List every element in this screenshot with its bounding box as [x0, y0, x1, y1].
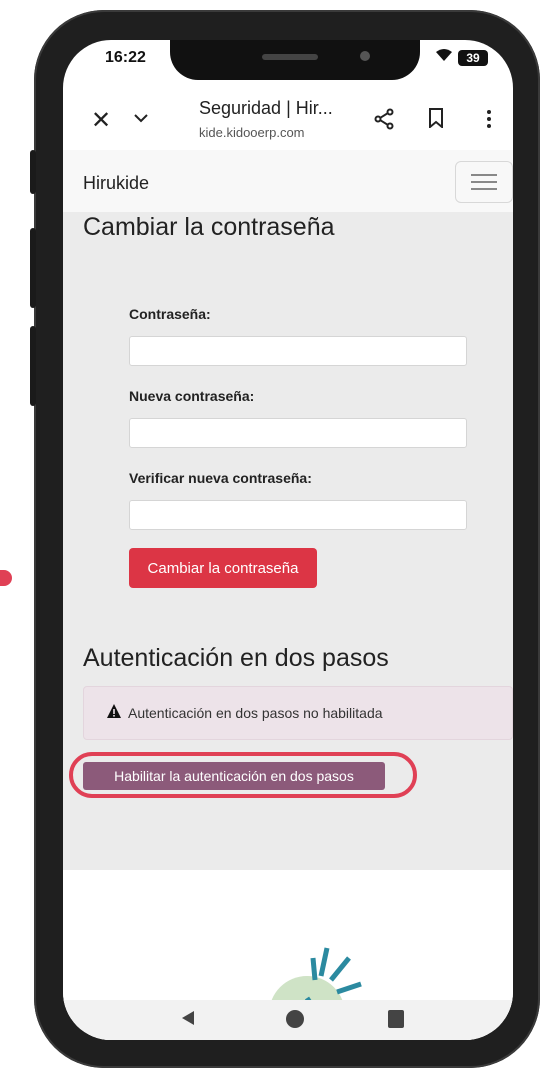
back-icon[interactable]	[181, 1010, 195, 1026]
current-password-input[interactable]	[129, 336, 467, 366]
home-icon[interactable]	[286, 1010, 304, 1028]
two-factor-alert: Autenticación en dos pasos no habilitada	[83, 686, 513, 740]
notch	[170, 40, 420, 80]
change-password-button[interactable]: Cambiar la contraseña	[129, 548, 317, 588]
warning-icon	[106, 703, 122, 719]
camera	[360, 51, 370, 61]
recents-icon[interactable]	[388, 1010, 404, 1028]
menu-toggle-button[interactable]	[455, 161, 513, 203]
page-url[interactable]: kide.kidooerp.com	[199, 125, 305, 140]
verify-password-input[interactable]	[129, 500, 467, 530]
hamburger-icon	[471, 181, 497, 183]
side-button	[30, 150, 36, 194]
side-button	[30, 326, 36, 406]
new-password-input[interactable]	[129, 418, 467, 448]
change-password-heading: Cambiar la contraseña	[83, 213, 335, 241]
system-nav-bar	[63, 1000, 513, 1040]
page-title: Seguridad | Hir...	[199, 98, 333, 118]
annotation-marker	[0, 570, 12, 586]
bookmark-icon[interactable]	[428, 108, 444, 130]
speaker	[262, 54, 318, 60]
enable-two-factor-button[interactable]: Habilitar la autenticación en dos pasos	[83, 762, 385, 790]
hamburger-icon	[471, 188, 497, 190]
chevron-down-icon[interactable]	[133, 110, 149, 126]
site-navbar: Hirukide	[63, 150, 513, 213]
side-button	[30, 228, 36, 308]
close-tab-icon[interactable]: ✕	[91, 106, 111, 135]
hamburger-icon	[471, 174, 497, 176]
share-icon[interactable]	[373, 108, 395, 130]
site-brand[interactable]: Hirukide	[83, 173, 149, 194]
browser-toolbar: ✕ Seguridad | Hir... kide.kidooerp.com	[63, 88, 513, 150]
current-password-label: Contraseña:	[129, 306, 211, 322]
phone-screen: 16:22 39 ✕ Seguridad | Hir... kide.kidoo…	[63, 40, 513, 1040]
more-options-icon[interactable]	[486, 108, 492, 130]
wifi-icon	[435, 48, 453, 66]
status-time: 16:22	[105, 49, 146, 66]
main-content: Cambiar la contraseña Contraseña: Nueva …	[63, 212, 513, 870]
verify-password-label: Verificar nueva contraseña:	[129, 470, 312, 486]
two-factor-alert-text: Autenticación en dos pasos no habilitada	[128, 705, 383, 721]
battery-indicator: 39	[458, 50, 488, 66]
page-footer	[63, 870, 513, 1040]
two-factor-heading: Autenticación en dos pasos	[83, 644, 389, 672]
new-password-label: Nueva contraseña:	[129, 388, 255, 404]
